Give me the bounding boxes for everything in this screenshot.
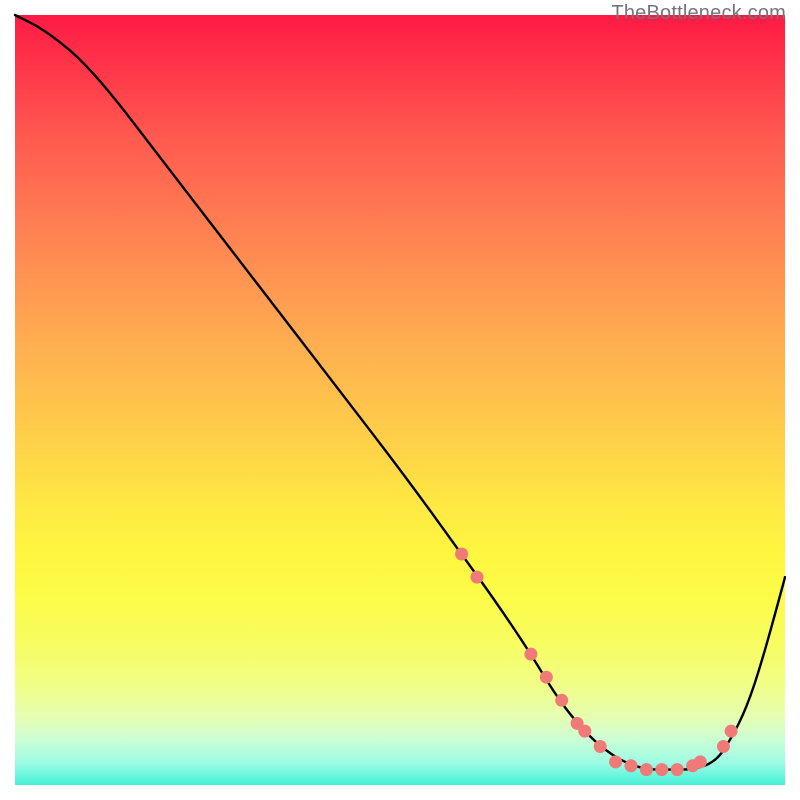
highlight-marker <box>694 755 707 768</box>
highlight-marker <box>625 759 638 772</box>
highlight-marker <box>609 755 622 768</box>
highlight-marker <box>540 671 553 684</box>
highlight-marker <box>655 763 668 776</box>
highlight-marker <box>578 725 591 738</box>
chart-svg <box>15 15 785 785</box>
highlight-marker <box>594 740 607 753</box>
highlight-marker <box>455 548 468 561</box>
highlight-marker-group <box>455 548 737 777</box>
chart-container: TheBottleneck.com <box>0 0 800 800</box>
highlight-marker <box>671 763 684 776</box>
highlight-marker <box>524 648 537 661</box>
highlight-marker <box>640 763 653 776</box>
highlight-marker <box>555 694 568 707</box>
highlight-marker <box>717 740 730 753</box>
highlight-marker <box>471 571 484 584</box>
bottleneck-curve <box>15 15 785 770</box>
highlight-marker <box>725 725 738 738</box>
